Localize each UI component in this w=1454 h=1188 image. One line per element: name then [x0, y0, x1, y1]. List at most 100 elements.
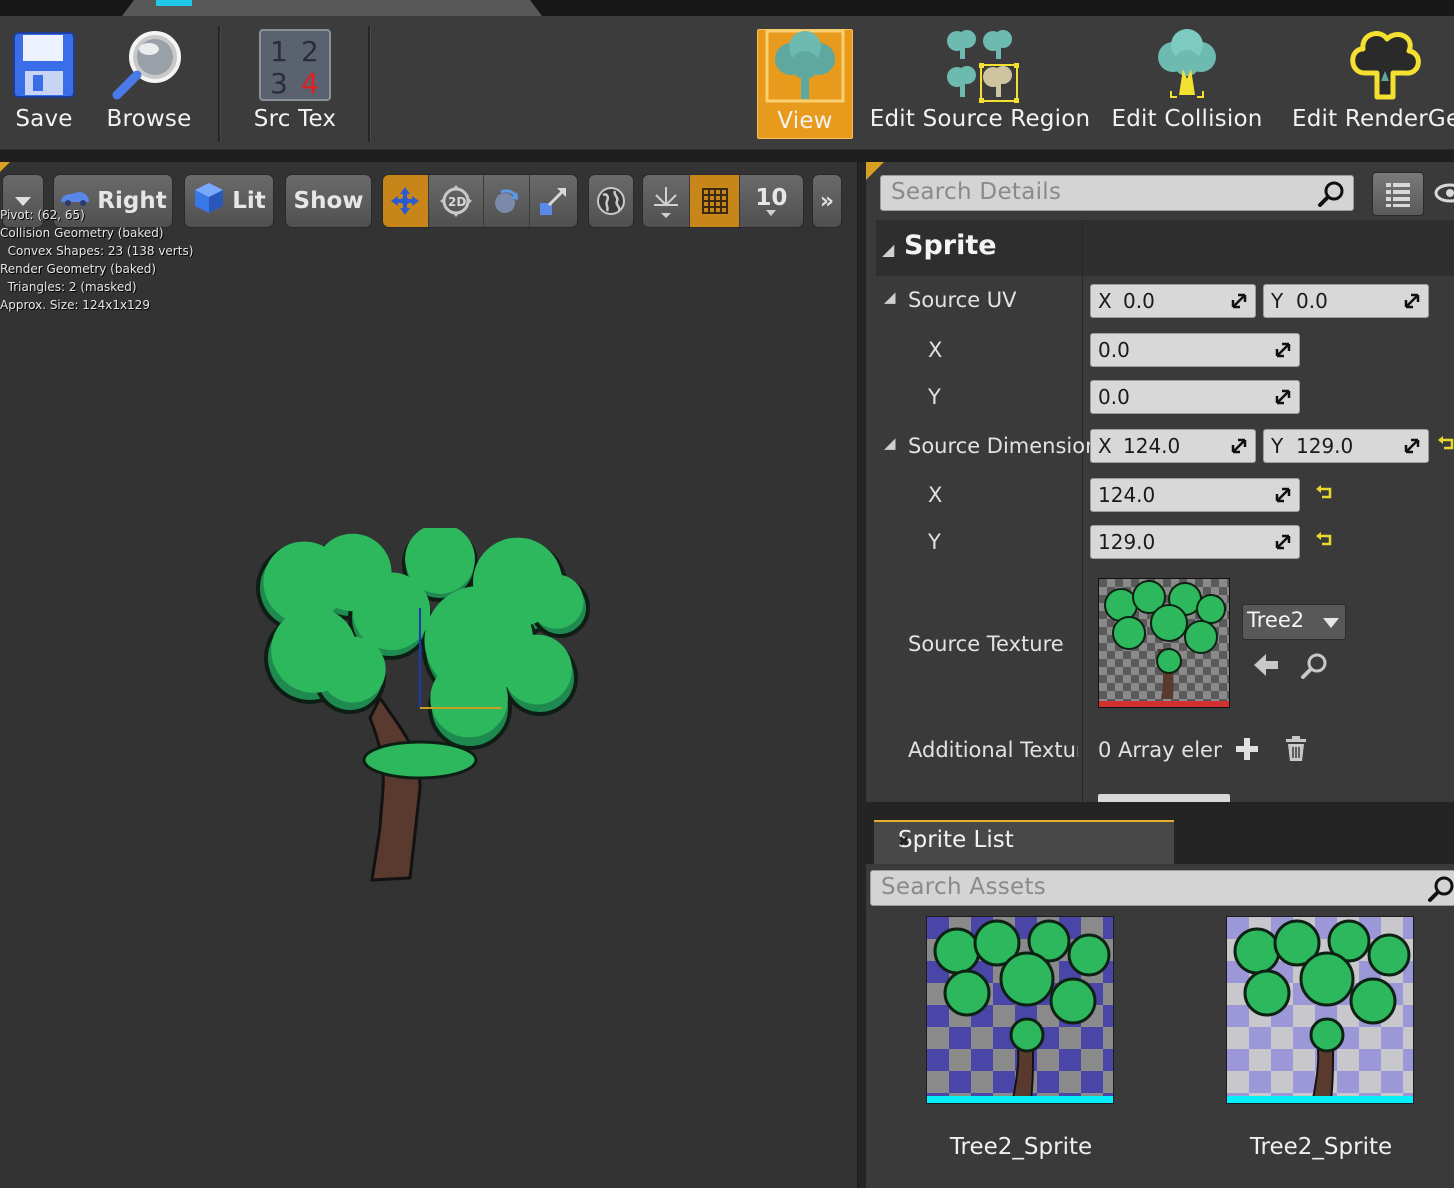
- sprite-list-panel: Sprite List ✖ Search Assets Tree2_Sprite…: [866, 802, 1454, 1188]
- use-selected-arrow-icon[interactable]: [1252, 652, 1280, 678]
- viewport-corner-marker: [0, 162, 10, 172]
- save-button[interactable]: Save: [6, 28, 82, 140]
- source-dimension-x-input[interactable]: X 124.0: [1090, 429, 1256, 463]
- document-tab-icon: [156, 0, 192, 6]
- sprite-category-header[interactable]: ◢ Sprite: [876, 220, 1454, 276]
- toolbar-gap: [0, 150, 1454, 162]
- show-flags-button[interactable]: Show: [285, 174, 372, 228]
- svg-text:2D: 2D: [448, 195, 466, 209]
- search-icon: [1318, 181, 1344, 207]
- sprite-asset-tile[interactable]: Tree2_Sprite: [1226, 916, 1416, 1160]
- drag-arrows-icon: [1404, 438, 1420, 454]
- sprite-asset-tile[interactable]: Tree2_Sprite: [926, 916, 1116, 1160]
- drag-arrows-icon: [1275, 342, 1291, 358]
- expand-triangle-icon[interactable]: ◢: [884, 288, 896, 306]
- edit-source-region-button[interactable]: Edit Source Region: [870, 28, 1090, 140]
- add-element-icon[interactable]: [1234, 736, 1260, 762]
- source-dimension-y-field[interactable]: 129.0: [1090, 525, 1300, 559]
- lighting-mode-button[interactable]: Lit: [184, 174, 274, 228]
- source-uv-y-field[interactable]: 0.0: [1090, 380, 1300, 414]
- rotate-icon: [495, 189, 519, 213]
- source-dimension-x-label: X: [928, 483, 943, 507]
- search-icon: [1428, 876, 1454, 902]
- svg-text:1: 1: [270, 35, 288, 68]
- source-uv-x-field[interactable]: 0.0: [1090, 333, 1300, 367]
- reset-to-default-icon[interactable]: [1314, 530, 1334, 550]
- sprite-thumbnail: [1226, 916, 1414, 1104]
- source-dimension-x-field[interactable]: 124.0: [1090, 478, 1300, 512]
- source-uv-x-label: X: [928, 338, 943, 362]
- surface-snap-tool[interactable]: [643, 175, 691, 227]
- source-dimension-y-label: Y: [928, 530, 941, 554]
- stat-collision-geometry: Collision Geometry (baked): [0, 226, 164, 240]
- select-translate-tool[interactable]: [383, 175, 429, 227]
- source-uv-y-label: Y: [928, 385, 941, 409]
- rotate-tool[interactable]: [484, 175, 530, 227]
- source-dimension-y-input[interactable]: Y 129.0: [1263, 429, 1429, 463]
- globe-icon: [597, 187, 625, 215]
- edit-render-geometry-button[interactable]: Edit RenderGeo: [1288, 28, 1454, 140]
- transform-tools-group: 2D: [382, 174, 578, 228]
- reset-to-default-icon[interactable]: [1436, 434, 1454, 454]
- search-assets-input[interactable]: Search Assets: [870, 870, 1454, 906]
- scale-tool[interactable]: [530, 175, 578, 227]
- stat-approx-size: Approx. Size: 124x1x129: [0, 298, 150, 312]
- additional-textures-value-wrap: 0 Array elements: [1098, 738, 1222, 762]
- collapse-triangle-icon: ◢: [882, 240, 895, 259]
- svg-text:4: 4: [301, 67, 319, 100]
- reset-to-default-icon[interactable]: [1314, 483, 1334, 503]
- lit-cube-icon: [192, 181, 226, 221]
- source-texture-combo[interactable]: Tree2: [1242, 604, 1346, 640]
- drag-arrows-icon: [1275, 487, 1291, 503]
- chevron-down-icon: [766, 210, 777, 216]
- eye-icon[interactable]: [1430, 178, 1454, 208]
- coordinate-space-button[interactable]: [588, 174, 634, 228]
- trash-icon[interactable]: [1284, 736, 1308, 762]
- details-search-input[interactable]: Search Details: [880, 175, 1354, 211]
- toolbar-overflow-button[interactable]: »: [812, 174, 842, 228]
- source-texture-label: Source Texture: [908, 632, 1064, 656]
- additional-textures-label-wrap: Additional Textures: [908, 738, 1078, 762]
- 2d-snap-tool[interactable]: 2D: [429, 175, 484, 227]
- stat-triangles: Triangles: 2 (masked): [0, 280, 137, 294]
- sprite-thumbnail: [926, 916, 1114, 1104]
- property-matrix-button[interactable]: [1372, 172, 1424, 216]
- source-uv-x-input[interactable]: X 0.0: [1090, 284, 1256, 318]
- drag-arrows-icon: [1231, 293, 1247, 309]
- collision-tree-icon: [1147, 28, 1227, 102]
- column-divider[interactable]: [1082, 220, 1083, 802]
- stat-pivot: Pivot: (62, 65): [0, 208, 85, 222]
- source-texture-thumbnail[interactable]: [1098, 578, 1230, 708]
- grid-snap-toggle[interactable]: [690, 175, 740, 227]
- svg-text:3: 3: [270, 67, 288, 100]
- toolbar-separator: [218, 26, 221, 142]
- asset-type-bar: [927, 1096, 1113, 1103]
- source-uv-label: Source UV: [908, 288, 1017, 312]
- next-row-partial: [1098, 794, 1230, 802]
- browse-button[interactable]: Browse: [102, 28, 196, 140]
- expand-triangle-icon[interactable]: ◢: [884, 434, 896, 452]
- drag-arrows-icon: [1231, 438, 1247, 454]
- drag-arrows-icon: [1275, 389, 1291, 405]
- browse-to-asset-icon[interactable]: [1300, 652, 1328, 680]
- main-toolbar: Save Browse 1 2 3 4 Src Tex View Edit So…: [0, 16, 1454, 150]
- edit-collision-button[interactable]: Edit Collision: [1112, 28, 1262, 140]
- asset-type-bar: [1227, 1096, 1413, 1103]
- tree-sprite-preview: [256, 528, 590, 882]
- numbered-grid-icon: 1 2 3 4: [259, 28, 331, 102]
- svg-text:2: 2: [301, 35, 319, 68]
- close-tab-icon[interactable]: ✖: [898, 834, 1156, 850]
- source-uv-y-input[interactable]: Y 0.0: [1263, 284, 1429, 318]
- list-icon: [1386, 183, 1410, 207]
- src-tex-button[interactable]: 1 2 3 4 Src Tex: [252, 28, 338, 140]
- additional-textures-count: 0 Array elements: [1098, 738, 1222, 762]
- panel-splitter[interactable]: [857, 162, 866, 1188]
- grid-size-dropdown[interactable]: 10: [740, 175, 803, 227]
- sprite-list-tab[interactable]: Sprite List ✖: [874, 820, 1174, 864]
- magnifier-icon: [109, 28, 189, 102]
- title-strip: [0, 0, 1454, 16]
- 2d-icon: 2D: [439, 185, 472, 217]
- grid-icon: [701, 188, 728, 214]
- view-mode-button[interactable]: View: [757, 29, 853, 139]
- sprite-viewport[interactable]: Right Lit Show 2D 10 » Pivot: (62, 65) C…: [0, 162, 857, 1188]
